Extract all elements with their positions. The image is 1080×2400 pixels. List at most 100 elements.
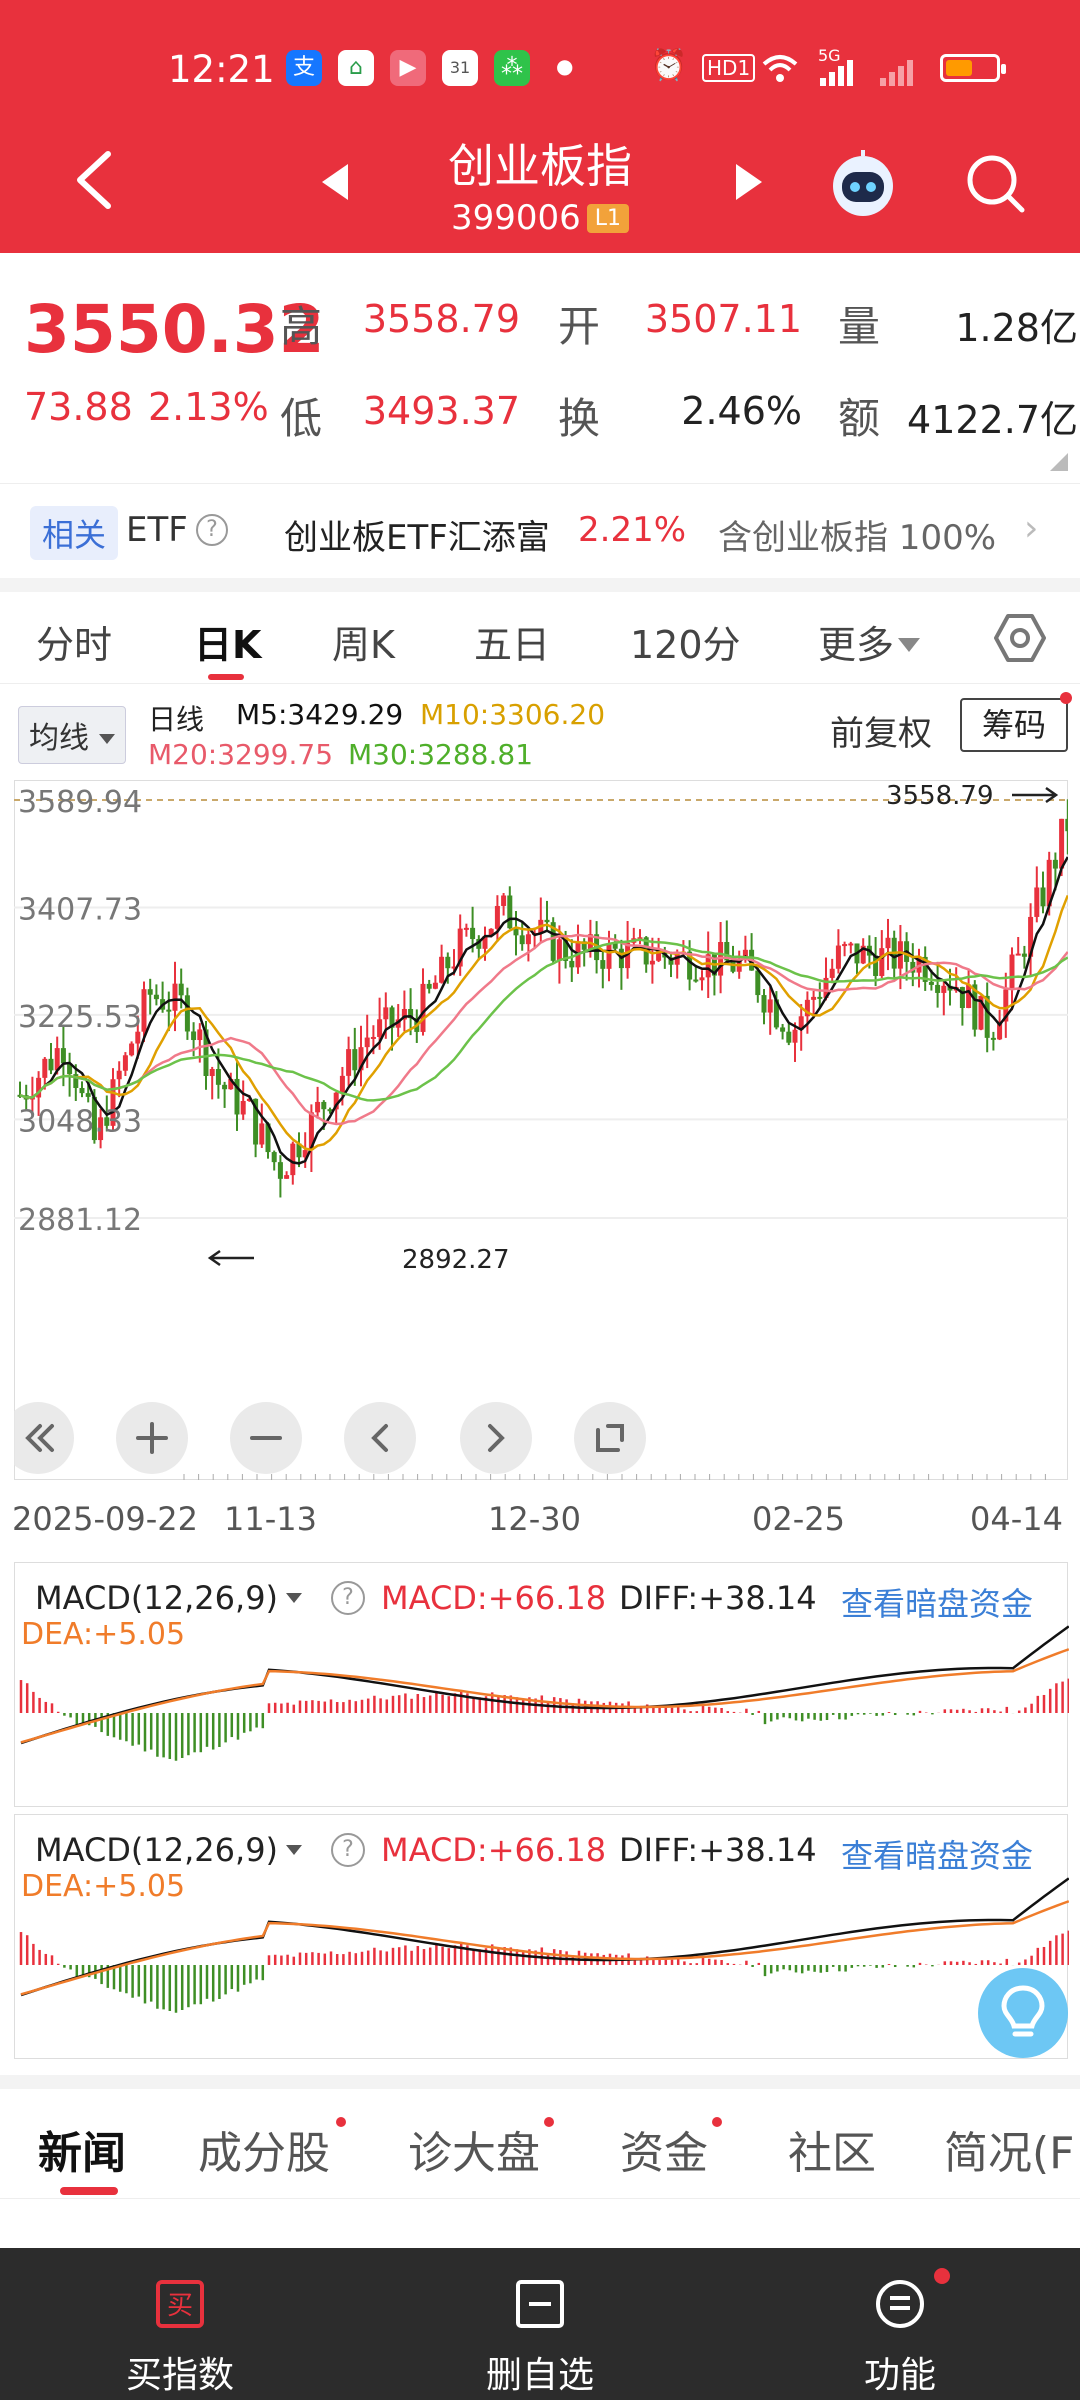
search-icon[interactable] (962, 150, 1028, 216)
dark-pool-link[interactable]: 查看暗盘资金 (841, 1831, 1033, 1877)
video-icon: ▶ (390, 50, 426, 86)
price-change: 73.88 (24, 385, 133, 429)
header-bar: 12:21 支 ⌂ ▶ 31 ⁂ ● ⏰ HD1 5G 创业板指 399006 … (0, 0, 1080, 253)
chevron-right-icon[interactable]: › (1024, 508, 1038, 549)
buy-index-button[interactable]: 买 买指数 (50, 2248, 310, 2400)
lightbulb-icon[interactable] (978, 1968, 1068, 2058)
candle-body (141, 989, 147, 1032)
chart-settings-icon[interactable] (992, 610, 1048, 666)
tab-daily-k[interactable]: 日K (194, 614, 261, 669)
assistant-robot-icon[interactable] (826, 146, 900, 220)
candle-body (811, 996, 817, 1000)
hd-icon: HD1 (702, 54, 756, 82)
candle-body (470, 927, 476, 940)
tab-market-diagnosis[interactable]: 诊大盘 (408, 2117, 540, 2181)
dropdown-arrow-icon (99, 734, 115, 744)
candle-body (649, 960, 655, 965)
tab-intraday[interactable]: 分时 (36, 614, 112, 669)
date-label: 2025-09-22 (12, 1500, 198, 1538)
open-label: 开 (558, 302, 601, 351)
tab-120min[interactable]: 120分 (630, 614, 741, 669)
buy-icon: 买 (156, 2280, 204, 2328)
content-tabs: 新闻 成分股 诊大盘 资金 社区 简况(F (0, 2089, 1080, 2199)
tab-profile[interactable]: 简况(F (944, 2117, 1074, 2181)
etf-name[interactable]: 创业板ETF汇添富 (284, 510, 550, 559)
high-label: 高 (280, 302, 323, 351)
y-tick-label: 3407.73 (18, 892, 142, 927)
dea-line (20, 1648, 1069, 1744)
tab-five-day[interactable]: 五日 (474, 614, 550, 669)
legend-m20: M20:3299.75 (148, 738, 334, 771)
app-icon: ⌂ (338, 50, 374, 86)
candle-body (352, 1049, 358, 1071)
ma-selector-label: 均线 (29, 721, 89, 756)
macd-selector[interactable]: MACD(12,26,9) (35, 1831, 303, 1869)
notification-dot (1060, 692, 1072, 704)
etf-word: ETF (126, 510, 188, 550)
tab-weekly-k[interactable]: 周K (332, 614, 395, 669)
adjust-mode[interactable]: 前复权 (830, 706, 932, 755)
candle-body (792, 1029, 798, 1043)
help-icon[interactable]: ? (196, 514, 228, 546)
notification-dot (336, 2117, 346, 2127)
remove-watchlist-button[interactable]: 删自选 (410, 2248, 670, 2400)
tab-news[interactable]: 新闻 (38, 2117, 126, 2181)
kline-chart[interactable]: 3589.94 3407.73 3225.53 3048.33 2881.12 3558… (14, 780, 1068, 1480)
dropdown-arrow-icon (286, 1845, 303, 1855)
scroll-left-button[interactable] (344, 1402, 416, 1474)
related-etf-bar[interactable]: 相关 ETF ? 创业板ETF汇添富 2.21% 含创业板指 100% › (0, 483, 1080, 578)
macd-panel[interactable]: MACD(12,26,9) ? MACD:+66.18 DIFF:+38.14 … (14, 1562, 1069, 1807)
next-stock-icon[interactable] (730, 162, 766, 202)
tab-capital[interactable]: 资金 (620, 2117, 708, 2181)
tab-more-label: 更多 (818, 623, 895, 667)
calendar-icon: 31 (442, 50, 478, 86)
candle-body (755, 970, 761, 996)
high-marker-label: 3558.79 (886, 781, 994, 811)
candle-body (445, 956, 451, 969)
candle-body (85, 1093, 91, 1097)
chart-frame (14, 780, 1068, 1480)
candle-body (966, 984, 972, 1009)
candle-body (153, 994, 159, 1000)
date-axis: 2025-09-22 11-13 12-30 02-25 04-14 (0, 1500, 1080, 1540)
help-icon[interactable]: ? (331, 1581, 365, 1615)
help-icon[interactable]: ? (331, 1833, 365, 1867)
active-tab-indicator (60, 2187, 118, 2195)
etf-change: 2.21% (578, 510, 687, 550)
low-marker-label: 2892.27 (402, 1245, 510, 1275)
date-label: 12-30 (488, 1500, 581, 1538)
candle-body (271, 1152, 277, 1163)
remove-watchlist-label: 删自选 (485, 2355, 594, 2396)
tab-constituents[interactable]: 成分股 (198, 2117, 330, 2181)
macd-panel[interactable]: MACD(12,26,9) ? MACD:+66.18 DIFF:+38.14 … (14, 1814, 1069, 2059)
level-badge: L1 (586, 204, 630, 233)
candle-body (377, 1019, 383, 1037)
fullscreen-button[interactable] (574, 1402, 646, 1474)
bottom-action-bar: 买 买指数 删自选 功能 (0, 2248, 1080, 2400)
candle-body (426, 983, 432, 989)
wifi-icon (762, 55, 798, 82)
candle-body (606, 943, 612, 969)
low-label: 低 (280, 394, 323, 443)
y-tick-label: 3048.33 (18, 1104, 142, 1139)
candle-body (556, 939, 562, 961)
functions-button[interactable]: 功能 (770, 2248, 1030, 2400)
candle-body (525, 934, 531, 945)
candle-body (501, 895, 507, 906)
candle-body (1015, 953, 1021, 956)
scroll-right-button[interactable] (460, 1402, 532, 1474)
candle-body (600, 960, 606, 969)
candle-body (197, 1029, 203, 1041)
candle-body (122, 1055, 128, 1071)
amount-value: 4122.7亿 (907, 398, 1078, 442)
candle-body (879, 948, 885, 976)
page-title: 创业板指 (448, 139, 632, 193)
ma-selector[interactable]: 均线 (18, 706, 126, 764)
tab-community[interactable]: 社区 (788, 2117, 876, 2181)
macd-selector[interactable]: MACD(12,26,9) (35, 1579, 303, 1617)
macd-value: MACD:+66.18 (381, 1831, 607, 1869)
dark-pool-link[interactable]: 查看暗盘资金 (841, 1579, 1033, 1625)
tab-more[interactable]: 更多 (818, 614, 921, 669)
expand-corner-icon[interactable] (1050, 453, 1068, 471)
chips-button[interactable]: 筹码 (960, 698, 1068, 752)
